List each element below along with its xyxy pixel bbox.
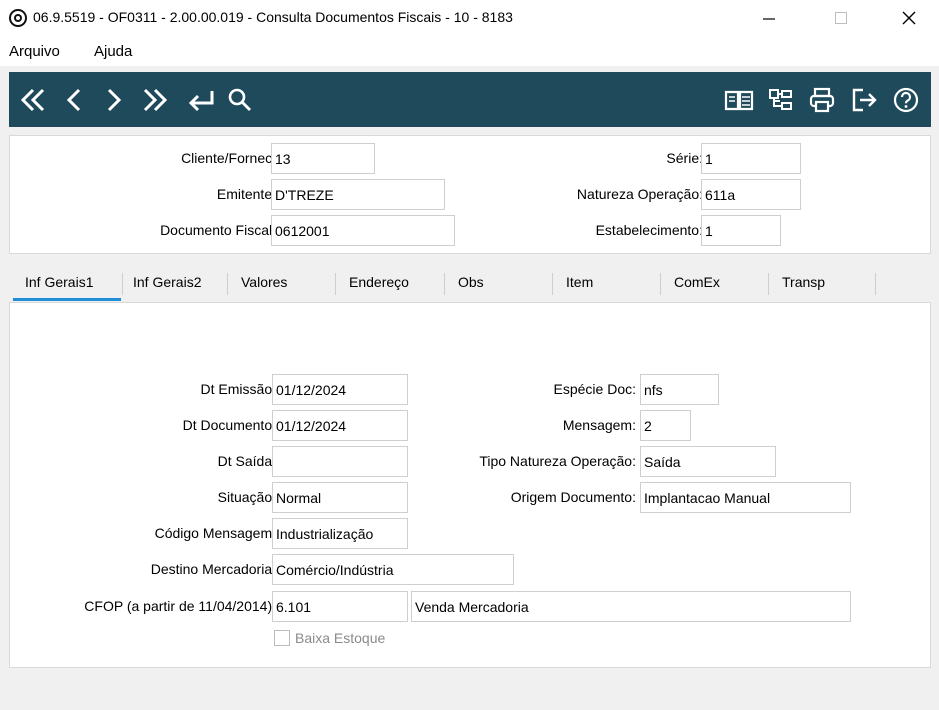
especie-doc-label: Espécie Doc:	[553, 381, 636, 397]
tipo-natureza-operacao-field[interactable]: Saída	[640, 446, 776, 477]
baixa-estoque-checkbox[interactable]	[274, 630, 290, 646]
baixa-estoque-label: Baixa Estoque	[295, 630, 386, 646]
print-button[interactable]	[805, 72, 839, 127]
toolbar	[9, 72, 931, 127]
search-icon	[228, 88, 251, 111]
mensagem-field[interactable]: 2	[640, 410, 691, 441]
emitente-field[interactable]: D'TREZE	[271, 179, 445, 210]
first-record-icon	[20, 88, 45, 111]
exit-button[interactable]	[847, 72, 881, 127]
dt-saida-field[interactable]	[272, 446, 408, 477]
tab-item[interactable]: Item	[566, 274, 593, 290]
header-panel: Cliente/Fornec: 13 Emitente: D'TREZE Doc…	[9, 135, 931, 254]
codigo-mensagem-field[interactable]: Industrialização	[272, 518, 408, 549]
tab-separator	[768, 273, 769, 295]
title-bar: 06.9.5519 - OF0311 - 2.00.00.019 - Consu…	[0, 0, 939, 38]
tab-content-panel: Dt Emissão: 01/12/2024 Dt Documento: 01/…	[9, 302, 931, 668]
serie-label: Série:	[666, 150, 703, 166]
cfop-label: CFOP (a partir de 11/04/2014):	[84, 598, 276, 614]
print-icon	[809, 87, 835, 112]
tab-endereco[interactable]: Endereço	[349, 274, 409, 290]
maximize-button[interactable]	[818, 0, 864, 36]
help-button[interactable]	[889, 72, 923, 127]
emitente-label: Emitente:	[216, 186, 276, 202]
origem-documento-label: Origem Documento:	[510, 489, 636, 505]
tipo-natureza-operacao-label: Tipo Natureza Operação:	[479, 453, 636, 469]
estabelecimento-label: Estabelecimento:	[595, 222, 703, 238]
maximize-icon	[835, 12, 847, 24]
last-record-button[interactable]	[137, 72, 173, 127]
exit-icon	[852, 88, 877, 111]
manual-button[interactable]	[721, 72, 757, 127]
minimize-button[interactable]	[746, 0, 792, 36]
tab-separator	[335, 273, 336, 295]
app-logo-icon	[9, 9, 27, 27]
natureza-operacao-field[interactable]: 611a	[701, 179, 801, 210]
especie-doc-field[interactable]: nfs	[640, 374, 719, 405]
menu-bar: Arquivo Ajuda	[0, 38, 939, 66]
tab-inf-gerais1[interactable]: Inf Gerais1	[25, 274, 93, 290]
destino-mercadoria-label: Destino Mercadoria:	[150, 561, 276, 577]
cliente-label: Cliente/Fornec:	[181, 150, 276, 166]
origem-documento-field[interactable]: Implantacao Manual	[640, 482, 851, 513]
structure-button[interactable]	[765, 72, 797, 127]
last-record-icon	[143, 88, 168, 111]
tab-transp[interactable]: Transp	[782, 274, 825, 290]
situacao-field[interactable]: Normal	[272, 482, 408, 513]
documento-fiscal-label: Documento Fiscal:	[160, 222, 276, 238]
tab-separator	[875, 273, 876, 295]
search-button[interactable]	[223, 72, 257, 127]
previous-record-icon	[66, 88, 81, 111]
dt-emissao-label: Dt Emissão:	[200, 381, 276, 397]
first-record-button[interactable]	[15, 72, 51, 127]
tree-structure-icon	[769, 88, 792, 110]
dt-emissao-field[interactable]: 01/12/2024	[272, 374, 408, 405]
mensagem-label: Mensagem:	[562, 417, 636, 433]
tab-obs[interactable]: Obs	[458, 274, 484, 290]
tab-comex[interactable]: ComEx	[674, 274, 720, 290]
minimize-icon	[763, 18, 775, 20]
documento-fiscal-field[interactable]: 0612001	[271, 215, 455, 246]
dt-saida-label: Dt Saída:	[217, 453, 276, 469]
tab-separator	[552, 273, 553, 295]
tab-separator	[227, 273, 228, 295]
tab-inf-gerais2[interactable]: Inf Gerais2	[133, 274, 201, 290]
window-title: 06.9.5519 - OF0311 - 2.00.00.019 - Consu…	[33, 9, 513, 25]
natureza-operacao-label: Natureza Operação:	[576, 186, 703, 202]
tab-separator	[660, 273, 661, 295]
active-tab-indicator	[13, 298, 121, 301]
menu-ajuda[interactable]: Ajuda	[94, 43, 132, 60]
help-icon	[893, 87, 919, 112]
destino-mercadoria-field[interactable]: Comércio/Indústria	[272, 554, 514, 585]
cfop-description-field[interactable]: Venda Mercadoria	[411, 591, 851, 622]
estabelecimento-field[interactable]: 1	[701, 215, 781, 246]
tab-bar: Inf Gerais1 Inf Gerais2 Valores Endereço…	[9, 266, 931, 302]
codigo-mensagem-label: Código Mensagem:	[154, 525, 276, 541]
cfop-field[interactable]: 6.101	[272, 591, 408, 622]
serie-field[interactable]: 1	[701, 143, 801, 174]
dt-documento-field[interactable]: 01/12/2024	[272, 410, 408, 441]
tab-separator	[444, 273, 445, 295]
previous-record-button[interactable]	[59, 72, 89, 127]
return-icon	[188, 90, 214, 111]
close-icon	[902, 11, 916, 25]
return-button[interactable]	[181, 72, 221, 127]
next-record-icon	[107, 88, 122, 111]
next-record-button[interactable]	[99, 72, 129, 127]
menu-arquivo[interactable]: Arquivo	[9, 43, 60, 60]
tab-valores[interactable]: Valores	[241, 274, 287, 290]
situacao-label: Situação:	[217, 489, 276, 505]
tab-separator	[122, 273, 123, 295]
manual-book-icon	[724, 90, 754, 110]
cliente-field[interactable]: 13	[271, 143, 375, 174]
close-button[interactable]	[886, 0, 932, 36]
dt-documento-label: Dt Documento:	[182, 417, 276, 433]
